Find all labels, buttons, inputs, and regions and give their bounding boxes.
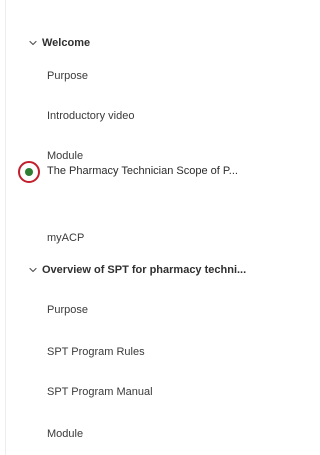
outline-item-label: SPT Program Manual — [47, 386, 153, 398]
outline-item-scope-of-practice[interactable]: The Pharmacy Technician Scope of P... — [0, 156, 294, 186]
section-header-welcome[interactable]: Welcome — [0, 28, 294, 58]
outline-item-label: Module — [47, 428, 84, 440]
outline-item-spt-program-manual[interactable]: SPT Program Manual — [0, 377, 294, 407]
section-title: Welcome — [42, 37, 91, 49]
outline-item-module[interactable]: Module — [0, 419, 294, 449]
outline-item-purpose[interactable]: Purpose — [0, 295, 294, 325]
outline-item-myacp[interactable]: myACP — [0, 223, 294, 253]
highlight-ring — [18, 161, 40, 183]
outline-item-label: SPT Program Rules — [47, 346, 145, 358]
outline-item-label: myACP — [47, 232, 85, 244]
chevron-down-icon[interactable] — [27, 28, 39, 58]
outline-item-purpose[interactable]: Purpose — [0, 61, 294, 91]
outline-item-label: Purpose — [47, 304, 88, 316]
chevron-down-icon[interactable] — [27, 255, 39, 285]
outline-item-label: Purpose — [47, 70, 88, 82]
outline-item-label: Introductory video — [47, 110, 135, 122]
outline-item-spt-program-rules[interactable]: SPT Program Rules — [0, 337, 294, 367]
outline-item-label: The Pharmacy Technician Scope of P... — [47, 165, 238, 177]
section-title: Overview of SPT for pharmacy techni... — [42, 264, 247, 276]
current-item-dot-icon — [25, 168, 33, 176]
section-header-overview-spt[interactable]: Overview of SPT for pharmacy techni... — [0, 255, 294, 285]
outline-item-introductory-video[interactable]: Introductory video — [0, 101, 294, 131]
course-outline-nav: Welcome Purpose Introductory video Modul… — [0, 0, 294, 455]
